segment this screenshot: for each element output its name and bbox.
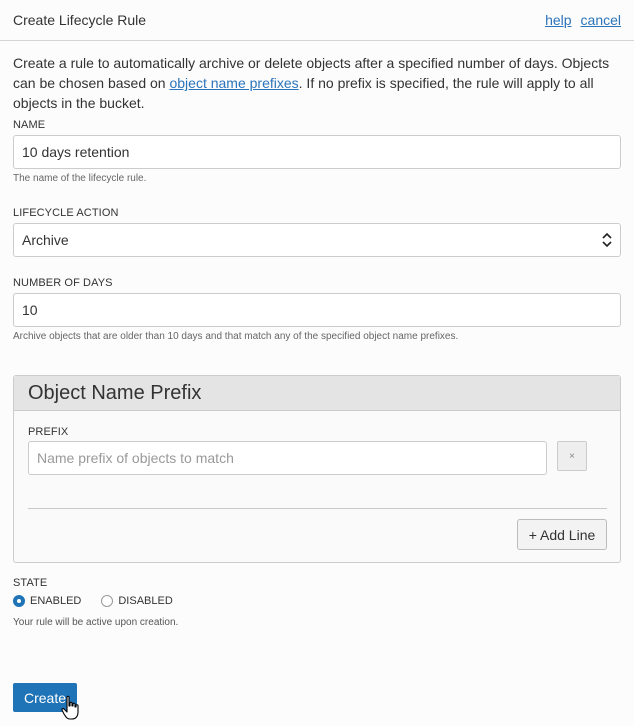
state-enabled-label: ENABLED (30, 595, 82, 607)
number-of-days-help-text: Archive objects that are older than 10 d… (13, 331, 459, 342)
object-name-prefixes-link[interactable]: object name prefixes (169, 75, 298, 91)
state-help-text: Your rule will be active upon creation. (13, 617, 179, 628)
dialog-title: Create Lifecycle Rule (13, 12, 147, 28)
form-content: Create a rule to automatically archive o… (0, 41, 634, 342)
days-field-group: NUMBER OF DAYS 10 Archive objects that a… (13, 277, 621, 342)
object-name-prefix-panel: Object Name Prefix PREFIX Name prefix of… (13, 375, 621, 563)
name-field-group: NAME 10 days retention The name of the l… (13, 119, 621, 184)
state-field-group: STATE ENABLED DISABLED Your rule will be… (13, 577, 193, 628)
name-help-text: The name of the lifecycle rule. (13, 173, 147, 184)
intro-text: Create a rule to automatically archive o… (13, 53, 621, 113)
prefix-divider (28, 508, 607, 509)
cancel-link[interactable]: cancel (581, 12, 621, 28)
prefix-panel-title: Object Name Prefix (14, 376, 620, 411)
state-radio-group: ENABLED DISABLED (13, 595, 193, 607)
remove-prefix-button[interactable]: × (557, 441, 587, 471)
lifecycle-action-select[interactable]: Archive (13, 223, 621, 257)
state-disabled-label: DISABLED (118, 595, 173, 607)
radio-unselected-icon (101, 595, 114, 607)
number-of-days-label: NUMBER OF DAYS (13, 277, 113, 289)
dialog-header: Create Lifecycle Rule help cancel (0, 0, 634, 41)
select-arrows-icon (602, 232, 612, 248)
name-input[interactable]: 10 days retention (13, 135, 621, 169)
prefix-input[interactable]: Name prefix of objects to match (28, 441, 547, 475)
lifecycle-action-value: Archive (22, 232, 69, 248)
header-links: help cancel (545, 12, 621, 28)
add-line-button[interactable]: + Add Line (517, 519, 607, 550)
state-disabled-radio[interactable]: DISABLED (101, 595, 173, 607)
name-label: NAME (13, 119, 46, 131)
radio-selected-icon (13, 595, 25, 607)
prefix-label: PREFIX (28, 426, 69, 438)
hand-cursor-icon (61, 695, 79, 720)
help-link[interactable]: help (545, 12, 571, 28)
action-field-group: LIFECYCLE ACTION Archive (13, 207, 621, 257)
state-label: STATE (13, 577, 48, 589)
number-of-days-input[interactable]: 10 (13, 293, 621, 327)
lifecycle-action-label: LIFECYCLE ACTION (13, 207, 119, 219)
state-enabled-radio[interactable]: ENABLED (13, 595, 81, 607)
